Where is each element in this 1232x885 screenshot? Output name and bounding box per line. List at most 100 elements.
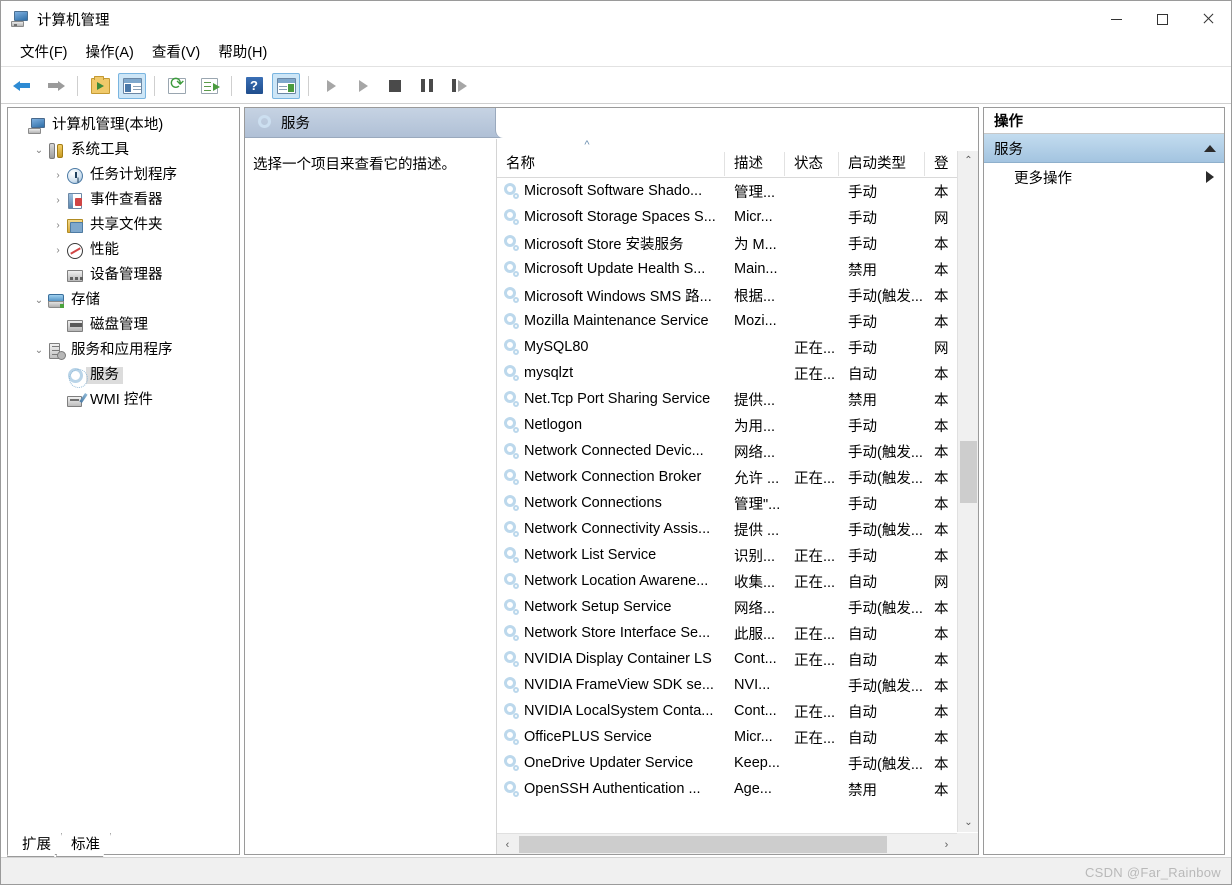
scroll-down-button[interactable]: ⌄ [958, 813, 978, 832]
table-row[interactable]: Network Connection Broker 允许 ... 正在... 手动(触… [497, 464, 956, 490]
tree-node-9[interactable]: ⌄ 服务和应用程序 [8, 338, 239, 363]
tab-extended[interactable]: 扩展 [7, 833, 62, 857]
column-status[interactable]: 状态 [785, 152, 839, 176]
table-row[interactable]: NVIDIA Display Container LS Cont... 正在... 自… [497, 646, 956, 672]
table-row[interactable]: OfficePLUS Service Micr... 正在... 自动 本 [497, 724, 956, 750]
window-title: 计算机管理 [37, 12, 110, 29]
table-row[interactable]: Microsoft Update Health S... Main... 禁用 本 [497, 256, 956, 282]
vertical-scroll-thumb[interactable] [960, 441, 977, 503]
chevron-down-icon[interactable]: ⌄ [31, 145, 47, 156]
table-row[interactable]: Network Connections 管理"... 手动 本 [497, 490, 956, 516]
chevron-down-icon[interactable]: ⌄ [31, 345, 47, 356]
back-button[interactable] [9, 73, 37, 99]
cell-service-name: NVIDIA FrameView SDK se... [497, 677, 725, 693]
table-row[interactable]: Network Store Interface Se... 此服... 正在... 自… [497, 620, 956, 646]
pause-service-button[interactable] [413, 73, 441, 99]
chevron-right-icon[interactable]: › [50, 245, 66, 256]
service-name-label: Net.Tcp Port Sharing Service [524, 391, 711, 407]
cell-logon-as: 网 [934, 340, 949, 357]
up-folder-button[interactable] [86, 73, 114, 99]
scroll-up-button[interactable]: ⌃ [958, 151, 978, 170]
show-action-pane-button[interactable] [272, 72, 300, 99]
action-more-actions[interactable]: 更多操作 [984, 163, 1224, 191]
cell-service-name: Network Connected Devic... [497, 443, 725, 459]
cell-description: 识别... [734, 548, 776, 565]
tree-node-1[interactable]: ⌄ 系统工具 [8, 138, 239, 163]
tree-node-8[interactable]: 磁盘管理 [8, 313, 239, 338]
table-row[interactable]: Network Setup Service 网络... 手动(触发... 本 [497, 594, 956, 620]
chevron-right-icon[interactable]: › [50, 170, 66, 181]
cell-startup-type: 自动 [848, 704, 877, 721]
maximize-button[interactable] [1139, 1, 1185, 37]
resume-service-button[interactable] [349, 73, 377, 99]
table-row[interactable]: OpenSSH Authentication ... Age... 禁用 本 [497, 776, 956, 802]
table-row[interactable]: Microsoft Software Shado... 管理... 手动 本 [497, 178, 956, 204]
start-service-button[interactable] [317, 73, 345, 99]
table-row[interactable]: OneDrive Updater Service Keep... 手动(触发... 本 [497, 750, 956, 776]
table-row[interactable]: MySQL80 正在... 手动 网 [497, 334, 956, 360]
cell-startup-type: 手动 [848, 314, 877, 331]
tab-standard[interactable]: 标准 [56, 833, 111, 857]
main-panes: 计算机管理(本地) ⌄ 系统工具 › 任务计划程序 › 事件查看器 › 共享文件夹 › 性能 设备管理… [7, 107, 1225, 855]
column-logon-as[interactable]: 登 [925, 152, 955, 176]
arrow-left-icon [13, 78, 33, 94]
chevron-up-icon[interactable] [1204, 144, 1216, 152]
table-row[interactable]: Network Connectivity Assis... 提供 ... 手动(触发… [497, 516, 956, 542]
cell-service-name: Network List Service [497, 547, 725, 563]
table-row[interactable]: Microsoft Storage Spaces S... Micr... 手动 网 [497, 204, 956, 230]
column-startup-type[interactable]: 启动类型 [839, 152, 925, 176]
table-row[interactable]: Mozilla Maintenance Service Mozi... 手动 本 [497, 308, 956, 334]
export-list-button[interactable] [195, 73, 223, 99]
chevron-down-icon[interactable]: ⌄ [31, 295, 47, 306]
table-row[interactable]: Net.Tcp Port Sharing Service 提供... 禁用 本 [497, 386, 956, 412]
column-name[interactable]: 名称 [497, 152, 725, 176]
tree-node-2[interactable]: › 任务计划程序 [8, 163, 239, 188]
minimize-button[interactable] [1093, 1, 1139, 37]
table-row[interactable]: NVIDIA LocalSystem Conta... Cont... 正在... 自… [497, 698, 956, 724]
stop-service-button[interactable] [381, 73, 409, 99]
table-row[interactable]: mysqlzt 正在... 自动 本 [497, 360, 956, 386]
tree-node-3[interactable]: › 事件查看器 [8, 188, 239, 213]
cell-service-name: Network Connections [497, 495, 725, 511]
menu-file[interactable]: 文件(F) [11, 38, 77, 65]
tree-node-label: 服务和应用程序 [71, 342, 173, 359]
chevron-right-icon[interactable]: › [50, 220, 66, 231]
actions-section-services[interactable]: 服务 [984, 134, 1224, 163]
table-row[interactable]: Network Connected Devic... 网络... 手动(触发... 本 [497, 438, 956, 464]
menu-view[interactable]: 查看(V) [143, 38, 209, 65]
action-more-actions-label: 更多操作 [1014, 170, 1072, 187]
tree-node-6[interactable]: 设备管理器 [8, 263, 239, 288]
refresh-button[interactable] [163, 73, 191, 99]
scroll-right-button[interactable]: › [936, 834, 957, 854]
column-description[interactable]: 描述 [725, 152, 785, 176]
show-hide-console-tree-button[interactable] [118, 72, 146, 99]
restart-service-button[interactable] [445, 73, 473, 99]
tree-node-11[interactable]: WMI 控件 [8, 388, 239, 413]
chevron-right-icon[interactable]: › [50, 195, 66, 206]
service-name-label: NVIDIA FrameView SDK se... [524, 677, 714, 693]
close-button[interactable] [1185, 1, 1231, 37]
console-tree: 计算机管理(本地) ⌄ 系统工具 › 任务计划程序 › 事件查看器 › 共享文件夹 › 性能 设备管理… [8, 108, 239, 413]
help-icon: ? [245, 77, 263, 94]
vertical-scrollbar[interactable]: ⌃ ⌄ [957, 151, 978, 832]
forward-button[interactable] [41, 73, 69, 99]
tree-node-5[interactable]: › 性能 [8, 238, 239, 263]
table-row[interactable]: Microsoft Store 安装服务 为 M... 手动 本 [497, 230, 956, 256]
menu-action[interactable]: 操作(A) [77, 38, 143, 65]
cell-logon-as: 本 [934, 496, 949, 513]
result-pane-header: 服务 [245, 108, 978, 138]
table-row[interactable]: Netlogon 为用... 手动 本 [497, 412, 956, 438]
tree-node-10[interactable]: 服务 [8, 363, 239, 388]
help-button[interactable]: ? [240, 73, 268, 99]
table-row[interactable]: NVIDIA FrameView SDK se... NVI... 手动(触发...… [497, 672, 956, 698]
cell-logon-as: 本 [934, 730, 949, 747]
tree-node-0[interactable]: 计算机管理(本地) [8, 113, 239, 138]
table-row[interactable]: Network List Service 识别... 正在... 手动 本 [497, 542, 956, 568]
tree-node-4[interactable]: › 共享文件夹 [8, 213, 239, 238]
cell-startup-type: 手动 [848, 210, 877, 227]
tree-node-7[interactable]: ⌄ 存储 [8, 288, 239, 313]
menu-help[interactable]: 帮助(H) [209, 38, 276, 65]
table-row[interactable]: Microsoft Windows SMS 路... 根据... 手动(触发... 本 [497, 282, 956, 308]
table-row[interactable]: Network Location Awarene... 收集... 正在... 自动 网 [497, 568, 956, 594]
service-name-label: Network Connected Devic... [524, 443, 704, 459]
